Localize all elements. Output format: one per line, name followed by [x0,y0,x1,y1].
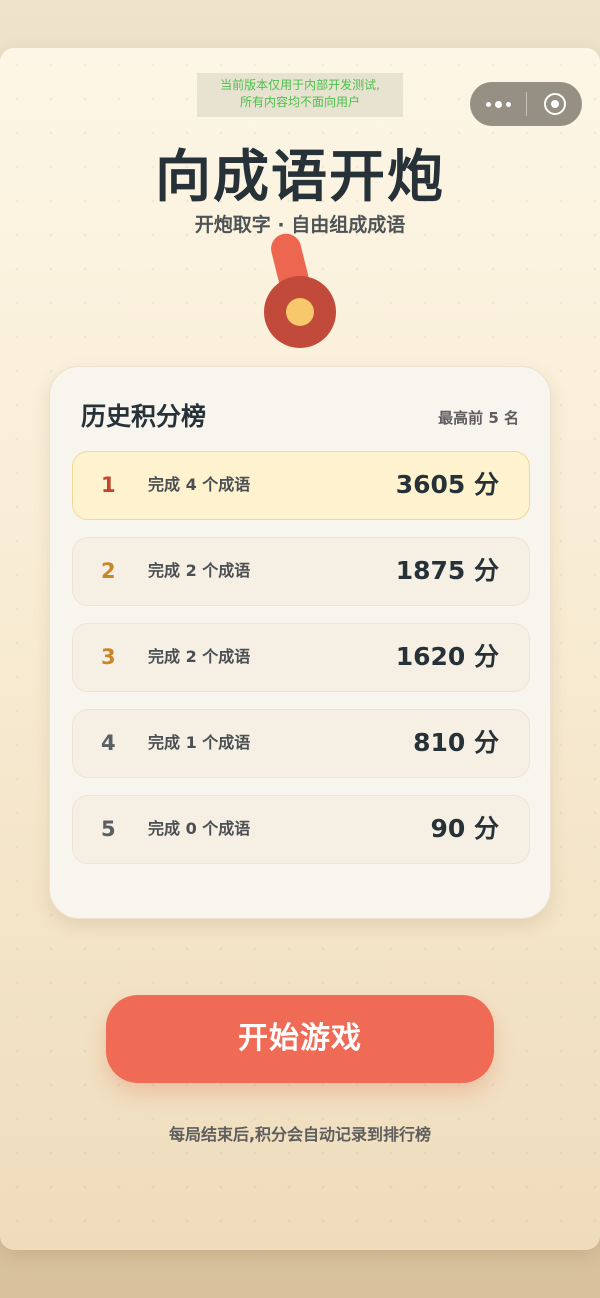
mini-program-capsule [470,82,582,126]
leaderboard-row: 4 完成 1 个成语 810 分 [72,709,530,778]
leaderboard-hint: 最高前 5 名 [438,409,519,427]
leaderboard-card: 历史积分榜 最高前 5 名 1 完成 4 个成语 3605 分 2 完成 2 个… [49,366,551,919]
page-title: 向成语开炮 [155,145,445,210]
row-rank: 2 [101,559,116,583]
row-score: 90 分 [430,814,500,843]
footer-note: 每局结束后,积分会自动记录到排行榜 [168,1125,432,1144]
dev-banner-line-1: 当前版本仅用于内部开发测试, [220,78,380,92]
leaderboard-row: 1 完成 4 个成语 3605 分 [72,451,530,520]
row-score: 810 分 [413,728,499,757]
row-idiom-count: 完成 2 个成语 [148,561,251,580]
target-close-icon[interactable] [527,82,582,126]
leaderboard-title: 历史积分榜 [81,402,207,431]
row-rank: 5 [101,817,116,841]
start-game-button[interactable]: 开始游戏 [106,995,494,1083]
row-score: 1875 分 [395,556,499,585]
cannon-icon [264,233,336,348]
row-idiom-count: 完成 1 个成语 [148,733,251,752]
row-score: 1620 分 [395,642,499,671]
dev-banner-line-2: 所有内容均不面向用户 [239,95,360,109]
row-idiom-count: 完成 0 个成语 [148,819,251,838]
row-rank: 3 [101,645,116,669]
row-idiom-count: 完成 4 个成语 [148,475,251,494]
more-dots-icon[interactable] [470,82,526,126]
leaderboard-row: 2 完成 2 个成语 1875 分 [72,537,530,606]
row-rank: 1 [101,473,116,497]
leaderboard-row: 3 完成 2 个成语 1620 分 [72,623,530,692]
row-rank: 4 [101,731,116,755]
leaderboard-row: 5 完成 0 个成语 90 分 [72,795,530,864]
row-idiom-count: 完成 2 个成语 [148,647,251,666]
app-screen: 当前版本仅用于内部开发测试, 所有内容均不面向用户 向成语开炮 开炮取字 · 自… [0,48,600,1250]
dev-test-banner: 当前版本仅用于内部开发测试, 所有内容均不面向用户 [197,73,403,117]
row-score: 3605 分 [395,470,499,499]
